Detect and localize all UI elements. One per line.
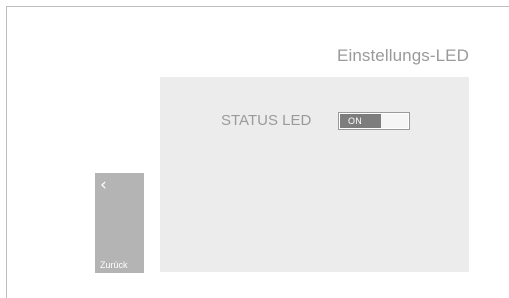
back-label: Zurück <box>100 260 128 270</box>
toggle-on-state: ON <box>340 114 381 128</box>
page-title: Einstellungs-LED <box>337 46 469 65</box>
toggle-knob <box>381 114 408 128</box>
status-led-label: STATUS LED <box>221 112 312 129</box>
status-led-toggle[interactable]: ON <box>338 112 410 130</box>
back-button[interactable]: ‹ Zurück <box>95 173 144 273</box>
chevron-left-icon: ‹ <box>100 175 107 195</box>
settings-panel <box>160 77 469 272</box>
